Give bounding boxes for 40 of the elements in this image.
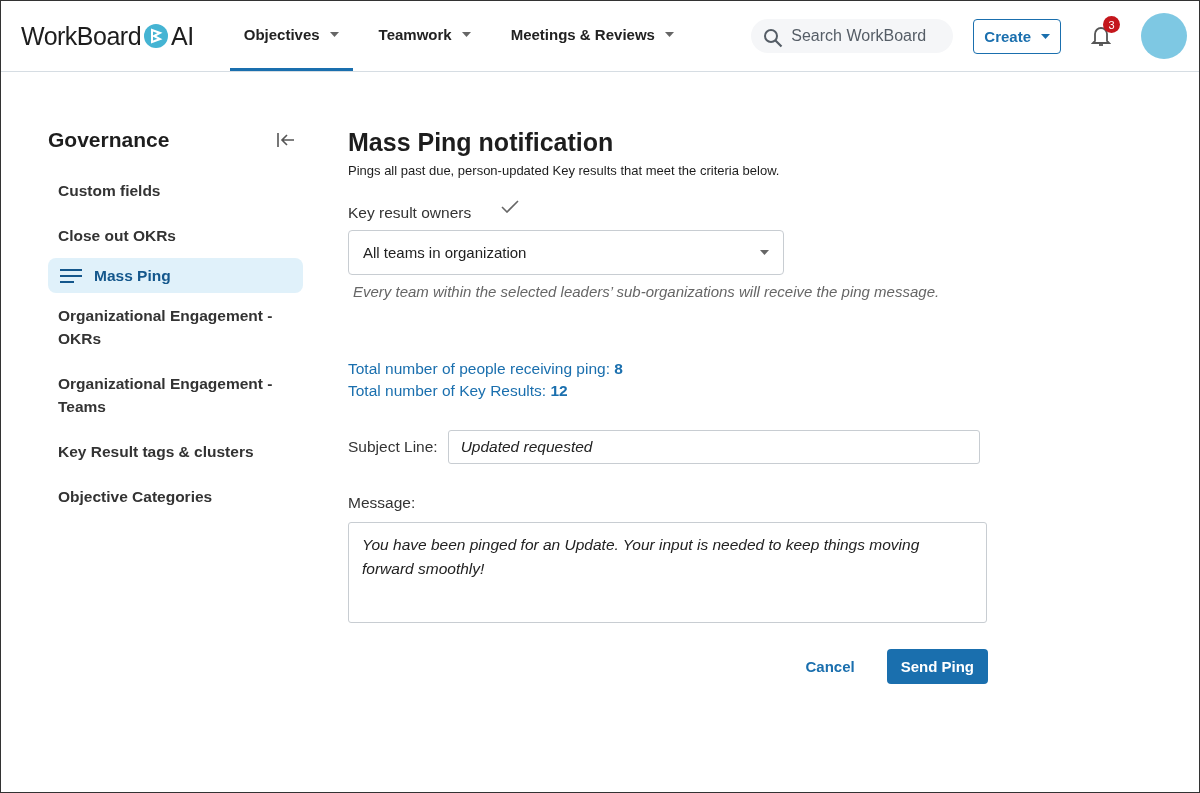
check-icon (501, 200, 520, 213)
page-title: Mass Ping notification (348, 128, 615, 157)
total-count: Total number of Key Results: 12 (348, 382, 569, 400)
collapse-icon[interactable] (277, 133, 295, 147)
caret-icon (664, 32, 674, 37)
caret-icon (329, 32, 339, 37)
sidebar-item[interactable]: Objective Categories (48, 474, 303, 519)
page-description: Pings all past due, person-updated Key results that meet the criteria below. (348, 163, 781, 178)
sidebar-item[interactable]: Close out OKRs (48, 213, 303, 258)
caret-icon (760, 250, 769, 255)
total-count: Total number of people receiving ping: 8 (348, 360, 624, 378)
caret-icon (461, 32, 471, 37)
field-label: Key result owners (348, 204, 472, 222)
logo-icon (144, 24, 169, 48)
search-field[interactable]: Search WorkBoard (751, 19, 954, 53)
create-button[interactable]: Create (973, 18, 1061, 54)
nav-tab[interactable]: Meetings & Reviews (496, 1, 688, 71)
message-field[interactable]: You have been pinged for an Update. Your input is needed to keep things moving forward smoothly! (348, 522, 987, 623)
nav-tab[interactable]: Teamwork (364, 1, 485, 71)
caret-icon (1041, 33, 1050, 39)
sidebar-item[interactable]: Key Result tags & clusters (48, 429, 303, 474)
cancel-button[interactable]: Cancel (799, 657, 861, 676)
logo-text: AI (171, 21, 194, 51)
sidebar-item[interactable]: Custom fields (48, 168, 303, 213)
field-hint: Every team within the selected leaders’ sub-organizations will receive the ping message. (353, 283, 941, 300)
nav-tab[interactable]: Objectives (229, 1, 353, 71)
field-label: Message: (348, 494, 416, 511)
bell-icon[interactable] (1091, 25, 1111, 47)
sidebar-title: Governance (48, 128, 170, 152)
field-label: Subject Line: (348, 438, 438, 456)
sidebar-item[interactable]: Mass Ping (48, 258, 303, 293)
logo-text: WorkBoard (21, 21, 142, 51)
notification-count: 3 (1103, 16, 1120, 33)
subject-field[interactable]: Updated requested (447, 430, 980, 464)
menu-icon (60, 268, 82, 283)
sidebar-item[interactable]: Organizational Engagement - OKRs (48, 293, 303, 361)
search-icon (763, 28, 784, 48)
sidebar-item[interactable]: Organizational Engagement - Teams (48, 361, 303, 429)
owners-dropdown[interactable]: All teams in organization (348, 230, 784, 275)
send-button[interactable]: Send Ping (886, 649, 988, 684)
